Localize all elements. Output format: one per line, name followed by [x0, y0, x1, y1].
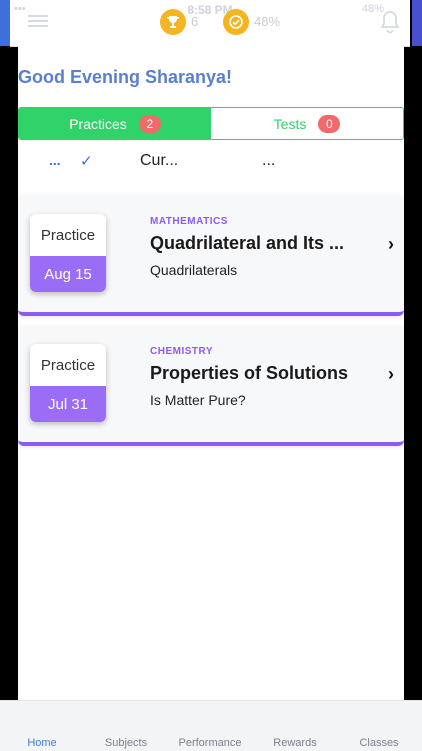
- card-topic: Is Matter Pure?: [150, 392, 246, 408]
- nav-home[interactable]: Home: [0, 737, 84, 749]
- filter-all[interactable]: ...: [49, 152, 61, 168]
- nav-rewards[interactable]: Rewards: [253, 737, 337, 749]
- chevron-right-icon[interactable]: ›: [388, 234, 394, 255]
- practice-card[interactable]: Practice Aug 15 MATHEMATICS Quadrilatera…: [18, 196, 404, 316]
- date-box: Practice Jul 31: [30, 344, 106, 422]
- filter-row: ... ✓ Cur... ...: [18, 150, 404, 174]
- app-header: ••• 8:58 PM 48% 6 48%: [10, 0, 410, 47]
- nav-subjects[interactable]: Subjects: [84, 737, 168, 749]
- nav-performance[interactable]: Performance: [168, 737, 252, 749]
- chevron-right-icon[interactable]: ›: [388, 364, 394, 385]
- practice-card[interactable]: Practice Jul 31 CHEMISTRY Properties of …: [18, 326, 404, 446]
- card-title: Properties of Solutions: [150, 363, 349, 383]
- main-panel: Good Evening Sharanya! Practices 2 Tests…: [18, 46, 404, 700]
- status-time: 8:58 PM: [187, 3, 233, 17]
- tab-practices[interactable]: Practices 2: [19, 108, 211, 139]
- check-badge-icon[interactable]: [223, 9, 249, 35]
- card-type-label: Practice: [30, 344, 106, 386]
- date-box: Practice Aug 15: [30, 214, 106, 292]
- practice-test-tabs: Practices 2 Tests 0: [18, 107, 404, 140]
- tab-tests-badge: 0: [318, 114, 341, 133]
- card-date: Jul 31: [30, 386, 106, 422]
- greeting-title: Good Evening Sharanya!: [18, 67, 233, 87]
- trophy-count: 6: [191, 14, 199, 29]
- check-value: 48%: [254, 14, 281, 29]
- card-subject: MATHEMATICS: [150, 216, 228, 227]
- card-topic: Quadrilaterals: [150, 262, 238, 278]
- trophy-icon[interactable]: [160, 9, 186, 35]
- card-type-label: Practice: [30, 214, 106, 256]
- tab-practices-label: Practices: [69, 115, 127, 132]
- filter-current[interactable]: Cur...: [140, 152, 178, 170]
- bell-icon[interactable]: [378, 9, 402, 35]
- left-accent-strip: [0, 0, 10, 46]
- card-subject: CHEMISTRY: [150, 346, 214, 357]
- nav-classes[interactable]: Classes: [337, 737, 421, 749]
- filter-check-icon[interactable]: ✓: [80, 152, 93, 170]
- tab-tests-label: Tests: [273, 115, 307, 132]
- filter-more[interactable]: ...: [262, 152, 275, 170]
- card-title: Quadrilateral and Its ...: [150, 233, 345, 253]
- bottom-nav: Home Subjects Performance Rewards Classe…: [0, 700, 422, 751]
- hamburger-icon[interactable]: [28, 12, 48, 30]
- tab-practices-badge: 2: [138, 114, 161, 133]
- right-accent-strip: [412, 0, 422, 46]
- tab-tests[interactable]: Tests 0: [211, 108, 403, 139]
- card-date: Aug 15: [30, 256, 106, 292]
